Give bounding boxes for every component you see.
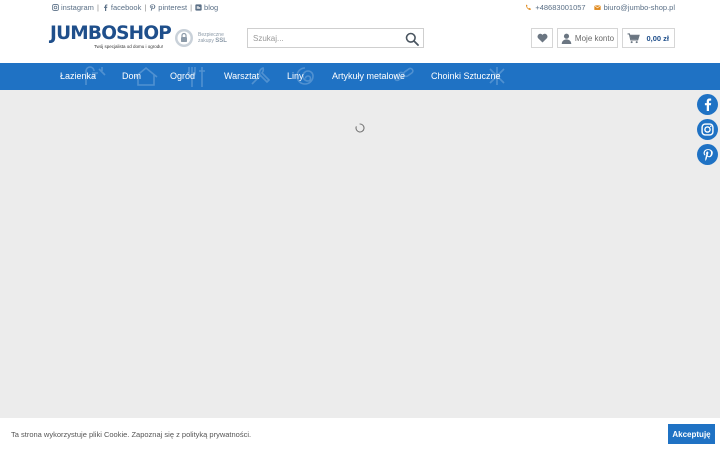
- facebook-icon: [704, 98, 712, 111]
- header: JUMBOSHOP Twój specjalista od domu i ogr…: [0, 16, 720, 63]
- separator: |: [144, 3, 147, 12]
- nav-item-ogrod[interactable]: Ogród: [170, 63, 195, 90]
- search-box: [247, 28, 424, 48]
- facebook-icon: [103, 4, 108, 11]
- blog-label: blog: [204, 3, 219, 12]
- separator: |: [190, 3, 193, 12]
- pinterest-label: pinterest: [158, 3, 188, 12]
- pinterest-icon: [150, 4, 156, 11]
- cart-icon: [627, 32, 640, 43]
- blog-link[interactable]: blog: [195, 3, 218, 12]
- logo-tagline: Twój specjalista od domu i ogrodu!: [94, 44, 164, 49]
- instagram-link[interactable]: instagram: [52, 3, 94, 12]
- loading-spinner-icon: [355, 123, 365, 133]
- ssl-lock-icon: [175, 29, 193, 47]
- cart-total: 0,00 zł: [646, 33, 669, 43]
- phone-icon: [526, 4, 532, 11]
- nav-item-choinki-sztuczne[interactable]: Choinki Sztuczne: [431, 63, 501, 90]
- wishlist-button[interactable]: [531, 28, 553, 48]
- search-input[interactable]: [253, 32, 403, 45]
- phone-number: +48683001057: [535, 3, 586, 12]
- instagram-icon: [701, 123, 714, 136]
- cookie-accept-button[interactable]: Akceptuję: [668, 424, 715, 444]
- facebook-link[interactable]: facebook: [102, 3, 141, 12]
- cart-button[interactable]: 0,00 zł: [622, 28, 675, 48]
- instagram-icon: [52, 4, 59, 11]
- heart-icon: [537, 33, 547, 43]
- floating-facebook-button[interactable]: [697, 94, 718, 115]
- email-link[interactable]: biuro@jumbo-shop.pl: [593, 3, 675, 12]
- logo-wordmark: JUMBOSHOP: [50, 23, 172, 44]
- blog-icon: [195, 4, 202, 11]
- pinterest-link[interactable]: pinterest: [149, 3, 187, 12]
- ssl-text: Bezpieczne zakupy SSL: [198, 32, 227, 44]
- separator: |: [96, 3, 99, 12]
- main-nav: Łazienka Dom Ogród Warsztat Liny Artykuł…: [0, 63, 720, 90]
- floating-instagram-button[interactable]: [697, 119, 718, 140]
- email-address: biuro@jumbo-shop.pl: [603, 3, 675, 12]
- phone-link[interactable]: +48683001057: [525, 3, 586, 12]
- email-icon: [593, 5, 601, 10]
- logo[interactable]: JUMBOSHOP Twój specjalista od domu i ogr…: [50, 24, 172, 54]
- user-icon: [561, 33, 572, 44]
- cookie-banner: Ta strona wykorzystuje pliki Cookie. Zap…: [0, 418, 720, 450]
- floating-social-bar: [697, 94, 718, 165]
- ssl-badge: Bezpieczne zakupy SSL: [174, 28, 227, 48]
- instagram-label: instagram: [61, 3, 94, 12]
- nav-item-liny[interactable]: Liny: [287, 63, 304, 90]
- floating-pinterest-button[interactable]: [697, 144, 718, 165]
- nav-item-artykuly-metalowe[interactable]: Artykuły metalowe: [332, 63, 405, 90]
- cookie-message: Ta strona wykorzystuje pliki Cookie. Zap…: [11, 430, 252, 439]
- top-utility-bar: instagram | facebook | pinterest | blog …: [0, 0, 720, 16]
- pinterest-icon: [703, 149, 713, 161]
- search-icon[interactable]: [405, 32, 419, 46]
- account-button[interactable]: Moje konto: [557, 28, 618, 48]
- nav-item-warsztat[interactable]: Warsztat: [224, 63, 259, 90]
- facebook-label: facebook: [110, 3, 142, 12]
- contact-info: +48683001057 biuro@jumbo-shop.pl: [525, 3, 675, 12]
- account-label: Moje konto: [574, 33, 615, 43]
- nav-item-dom[interactable]: Dom: [122, 63, 141, 90]
- social-links: instagram | facebook | pinterest | blog: [52, 3, 218, 12]
- nav-item-lazienka[interactable]: Łazienka: [60, 63, 96, 90]
